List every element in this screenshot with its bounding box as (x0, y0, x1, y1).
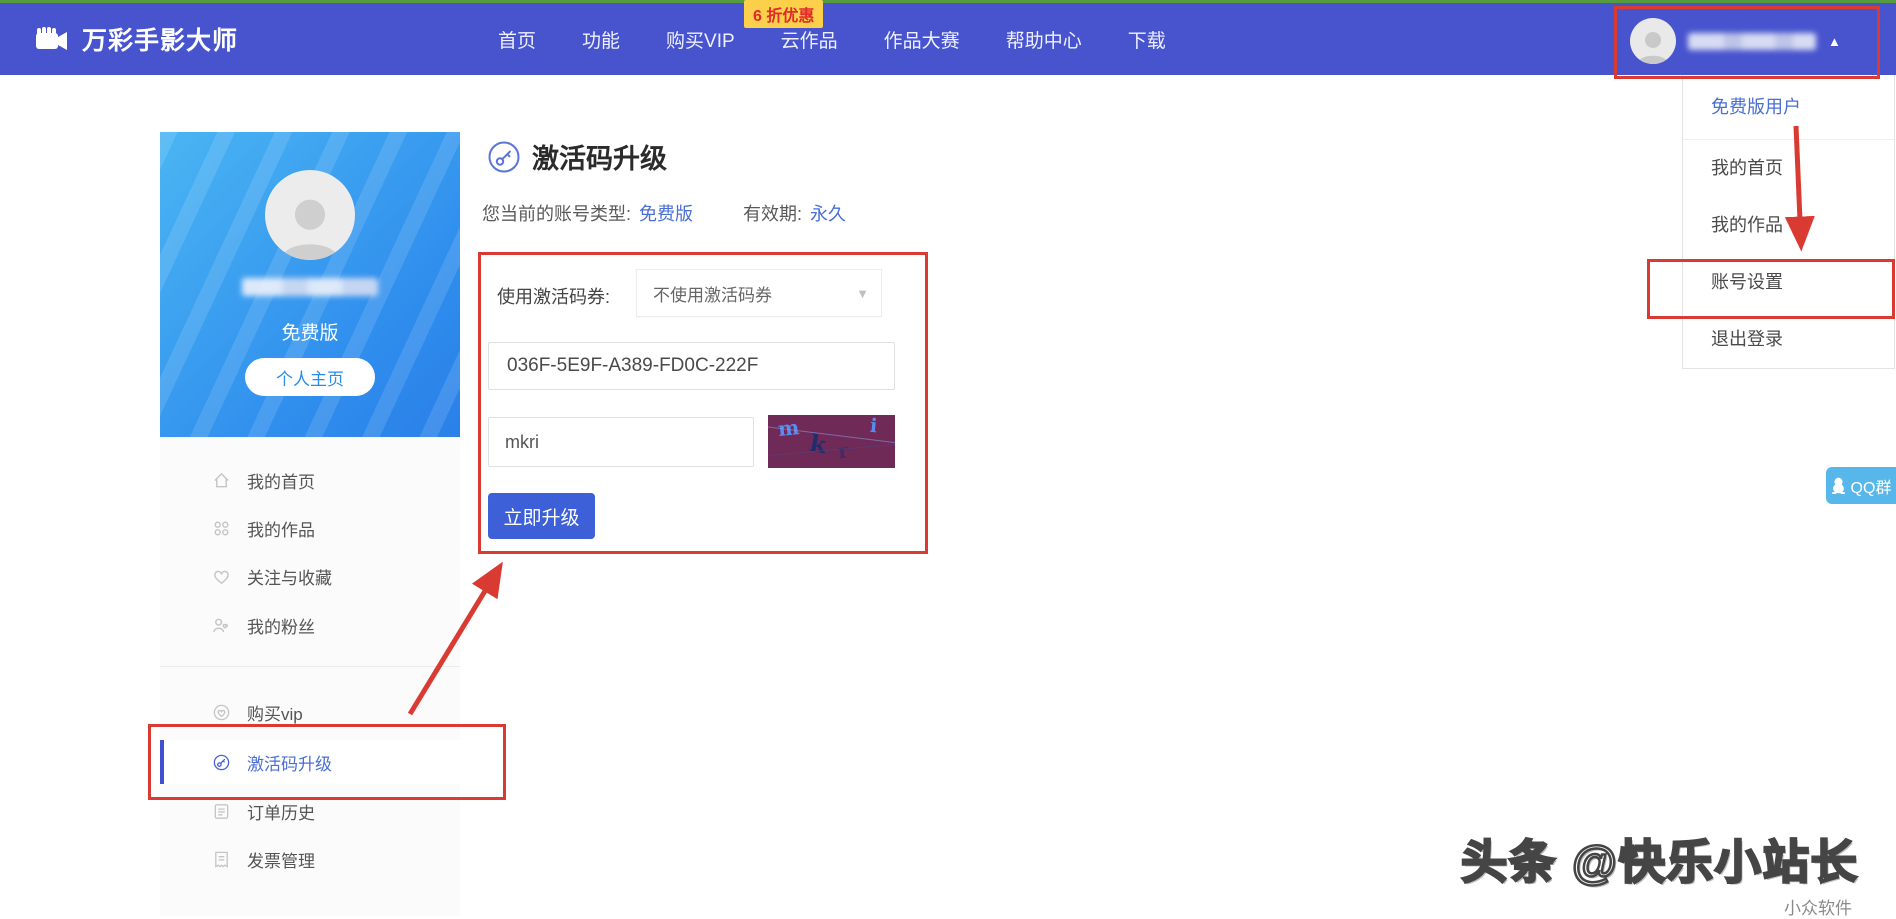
sidebar-item-follow-favorites[interactable]: 关注与收藏 (160, 554, 460, 598)
captcha-input[interactable] (488, 417, 754, 467)
caret-up-icon: ▲ (1828, 34, 1841, 49)
main-nav: 首页 功能 购买VIP 6 折优惠 云作品 作品大赛 帮助中心 下载 (498, 3, 1166, 75)
sidebar-item-label: 激活码升级 (247, 750, 332, 775)
sidebar-item-label: 我的首页 (247, 468, 315, 493)
nav-cloud-works[interactable]: 云作品 (781, 26, 838, 53)
home-icon (212, 471, 231, 490)
account-type-value[interactable]: 免费版 (639, 200, 693, 226)
sidebar-item-label: 我的作品 (247, 516, 315, 541)
sidebar-item-my-home[interactable]: 我的首页 (160, 458, 460, 502)
coupon-label: 使用激活码券: (497, 283, 610, 309)
profile-avatar (265, 170, 355, 260)
page-title: 激活码升级 (532, 137, 667, 176)
qq-penguin-icon (1831, 477, 1846, 494)
logo[interactable]: 万彩手影大师 (34, 3, 238, 75)
logo-text: 万彩手影大师 (82, 21, 238, 57)
account-tier-label: 免费版 (160, 318, 460, 345)
logo-hand-camera-icon (34, 23, 72, 55)
nav-buy-vip-wrap: 购买VIP 6 折优惠 (666, 26, 735, 53)
sidebar-item-label: 订单历史 (247, 799, 315, 824)
order-history-icon (212, 802, 231, 821)
personal-homepage-button[interactable]: 个人主页 (245, 358, 375, 396)
captcha-image[interactable]: m k r i (768, 415, 895, 468)
nav-buy-vip[interactable]: 购买VIP (666, 31, 735, 52)
invoice-icon (212, 850, 231, 869)
vip-discount-badge: 6 折优惠 (744, 0, 823, 28)
dropdown-item-free-user[interactable]: 免费版用户 (1683, 75, 1894, 140)
sidebar-item-buy-vip[interactable]: 购买vip (160, 690, 460, 734)
dropdown-item-logout[interactable]: 退出登录 (1683, 311, 1894, 368)
watermark: 头条 @快乐小站长 小众软件 (1440, 826, 1880, 919)
sidebar-item-activation-upgrade[interactable]: 激活码升级 (160, 740, 460, 784)
sidebar-divider (160, 666, 460, 667)
nav-help-center[interactable]: 帮助中心 (1006, 26, 1082, 53)
activation-key-icon (487, 140, 521, 174)
account-type-label: 您当前的账号类型: (482, 200, 631, 226)
user-avatar[interactable] (1630, 18, 1676, 64)
account-status-line: 您当前的账号类型: 免费版 有效期: 永久 (482, 200, 846, 226)
sidebar-item-my-works[interactable]: 我的作品 (160, 506, 460, 550)
vip-icon (212, 703, 231, 722)
upgrade-now-button[interactable]: 立即升级 (488, 493, 595, 539)
nav-features[interactable]: 功能 (582, 26, 620, 53)
captcha-letter: r (836, 438, 850, 463)
profile-username-blurred (242, 278, 378, 296)
watermark-subtitle: 小众软件 (1440, 894, 1880, 919)
activation-code-input[interactable] (488, 342, 895, 390)
nav-contest[interactable]: 作品大赛 (884, 26, 960, 53)
qq-group-button[interactable]: QQ群 (1826, 467, 1896, 504)
heart-icon (212, 567, 231, 586)
works-grid-icon (212, 519, 231, 538)
sidebar-item-invoice-management[interactable]: 发票管理 (160, 837, 460, 881)
sidebar-item-label: 我的粉丝 (247, 613, 315, 638)
validity-value: 永久 (810, 200, 846, 226)
dropdown-item-my-home[interactable]: 我的首页 (1683, 140, 1894, 197)
navbar: 万彩手影大师 首页 功能 购买VIP 6 折优惠 云作品 作品大赛 帮助中心 下… (0, 3, 1896, 75)
sidebar-item-label: 购买vip (247, 700, 303, 725)
chevron-down-icon: ▼ (856, 286, 869, 301)
sidebar-item-label: 关注与收藏 (247, 564, 332, 589)
validity-label: 有效期: (743, 200, 802, 226)
sidebar-item-order-history[interactable]: 订单历史 (160, 789, 460, 833)
dropdown-item-my-works[interactable]: 我的作品 (1683, 197, 1894, 254)
sidebar-menu: 我的首页 我的作品 关注与收藏 我的粉丝 购买vip 激活码升级 订单历史 发票… (160, 438, 460, 916)
sidebar-item-label: 发票管理 (247, 847, 315, 872)
username-blurred (1688, 33, 1816, 50)
key-icon (212, 753, 231, 772)
dropdown-item-account-settings[interactable]: 账号设置 (1683, 254, 1894, 311)
sidebar-item-my-fans[interactable]: 我的粉丝 (160, 603, 460, 647)
user-menu[interactable]: ▲ (1630, 13, 1870, 69)
watermark-title: 头条 @快乐小站长 (1440, 826, 1880, 892)
nav-download[interactable]: 下载 (1128, 26, 1166, 53)
captcha-letter: i (869, 415, 878, 437)
person-icon (1636, 28, 1670, 64)
person-icon (278, 192, 342, 260)
nav-home[interactable]: 首页 (498, 26, 536, 53)
coupon-selected-value: 不使用激活码券 (653, 281, 772, 306)
coupon-select[interactable]: 不使用激活码券 ▼ (636, 269, 882, 317)
profile-card: 免费版 个人主页 (160, 132, 460, 437)
user-dropdown: 免费版用户 我的首页 我的作品 账号设置 退出登录 (1682, 75, 1895, 369)
qq-group-label: QQ群 (1851, 474, 1892, 498)
fans-icon (212, 616, 231, 635)
